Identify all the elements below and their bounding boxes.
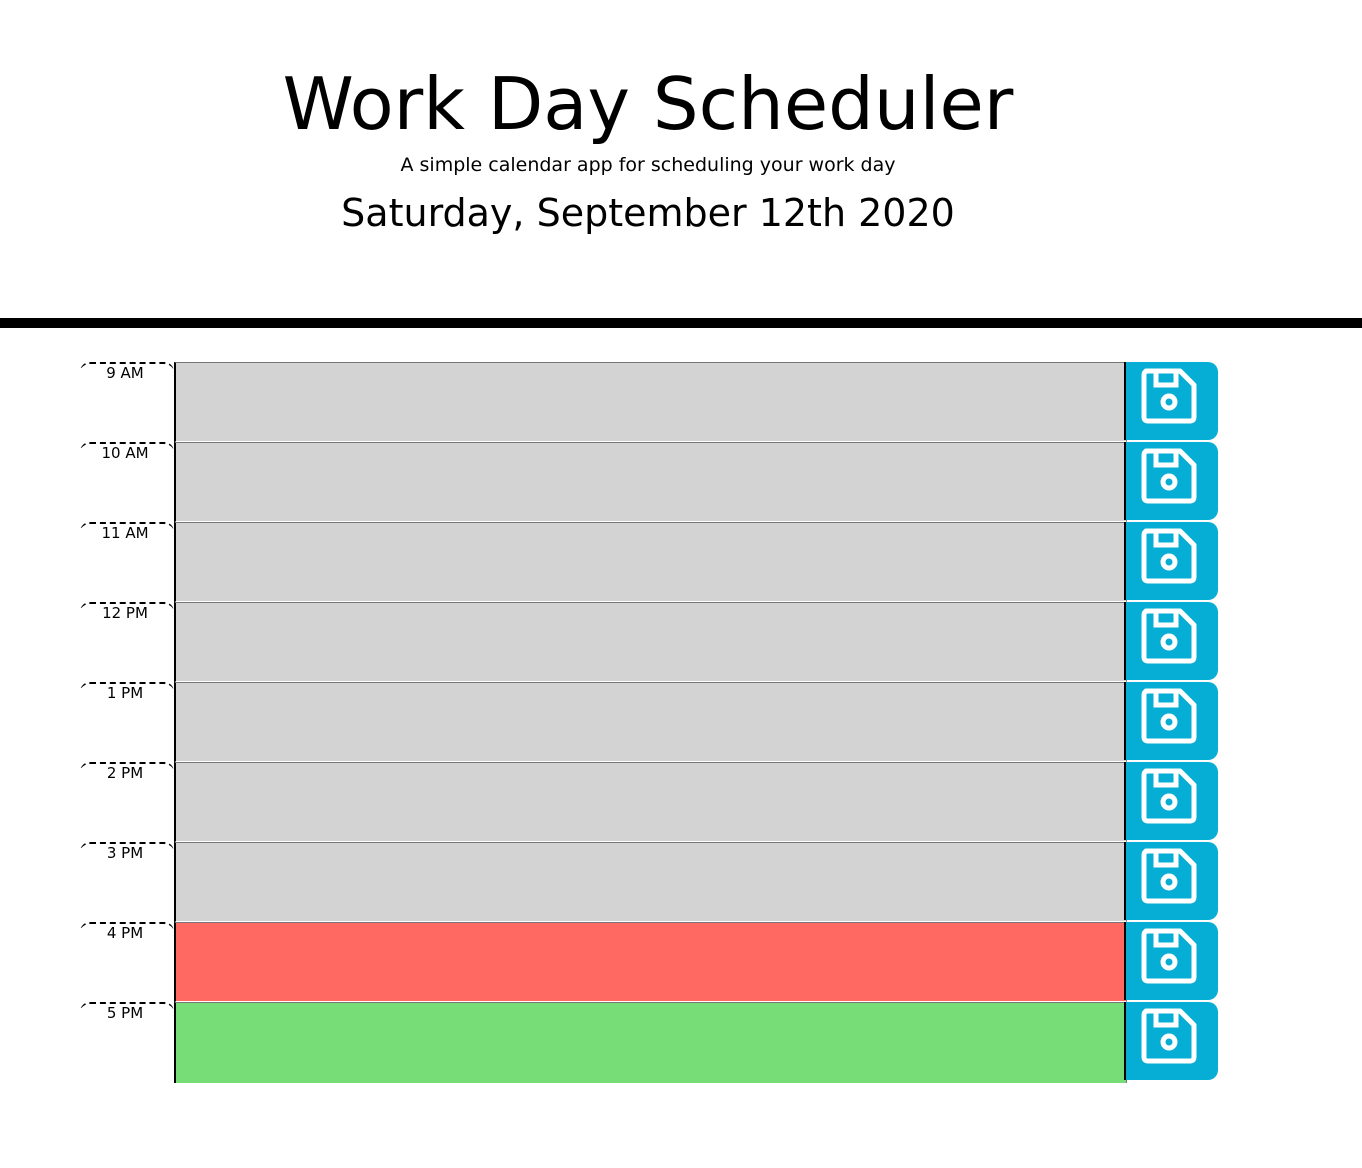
time-block-row: 1 PM <box>0 682 1362 763</box>
time-block-row: 11 AM <box>0 522 1362 603</box>
time-block-row: 5 PM <box>0 1002 1362 1083</box>
save-icon <box>1141 1008 1197 1064</box>
save-icon <box>1141 848 1197 904</box>
time-block-row: 12 PM <box>0 602 1362 683</box>
save-button[interactable] <box>1124 762 1218 840</box>
header-divider <box>0 318 1362 328</box>
time-block-row: 4 PM <box>0 922 1362 1003</box>
hour-label: 10 AM <box>80 442 174 522</box>
save-icon <box>1141 608 1197 664</box>
event-description-input[interactable] <box>174 682 1127 763</box>
save-icon <box>1141 528 1197 584</box>
save-button[interactable] <box>1124 522 1218 600</box>
event-description-input[interactable] <box>174 1002 1127 1083</box>
save-button[interactable] <box>1124 682 1218 760</box>
save-button[interactable] <box>1124 442 1218 520</box>
save-button[interactable] <box>1124 922 1218 1000</box>
hour-label: 3 PM <box>80 842 174 922</box>
hour-label: 9 AM <box>80 362 174 442</box>
hour-label: 12 PM <box>80 602 174 682</box>
current-day: Saturday, September 12th 2020 <box>341 191 955 235</box>
save-button[interactable] <box>1124 362 1218 440</box>
hour-label: 11 AM <box>80 522 174 602</box>
save-icon <box>1141 368 1197 424</box>
time-block-row: 9 AM <box>0 362 1362 443</box>
save-icon <box>1141 448 1197 504</box>
save-icon <box>1141 768 1197 824</box>
time-block-row: 3 PM <box>0 842 1362 923</box>
event-description-input[interactable] <box>174 522 1127 603</box>
hour-label: 4 PM <box>80 922 174 1002</box>
time-block-row: 10 AM <box>0 442 1362 523</box>
save-button[interactable] <box>1124 842 1218 920</box>
save-icon <box>1141 688 1197 744</box>
hour-label: 2 PM <box>80 762 174 842</box>
header: Work Day Scheduler A simple calendar app… <box>0 0 1362 318</box>
save-icon <box>1141 928 1197 984</box>
event-description-input[interactable] <box>174 842 1127 923</box>
event-description-input[interactable] <box>174 602 1127 683</box>
event-description-input[interactable] <box>174 442 1127 523</box>
time-block-row: 2 PM <box>0 762 1362 843</box>
page-title: Work Day Scheduler <box>282 62 1014 146</box>
hour-label: 1 PM <box>80 682 174 762</box>
event-description-input[interactable] <box>174 762 1127 843</box>
hour-label: 5 PM <box>80 1002 174 1082</box>
event-description-input[interactable] <box>174 922 1127 1003</box>
save-button[interactable] <box>1124 1002 1218 1080</box>
page-subtitle: A simple calendar app for scheduling you… <box>400 154 896 176</box>
save-button[interactable] <box>1124 602 1218 680</box>
event-description-input[interactable] <box>174 362 1127 443</box>
